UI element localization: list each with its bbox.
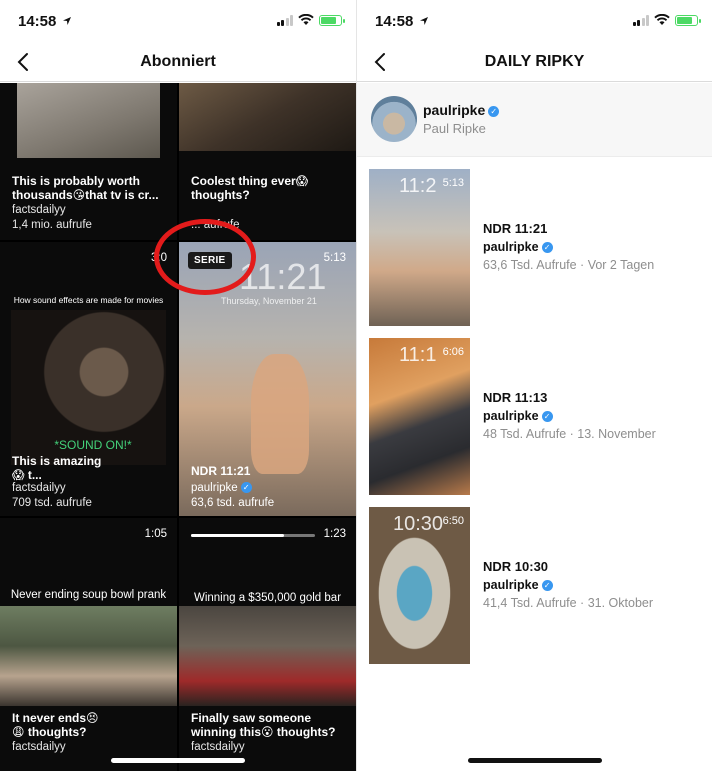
video-tile[interactable]: 1:23 Winning a $350,000 gold bar Finally… <box>179 518 356 771</box>
episode-meta: NDR 10:30 paulripke ✓ 41,4 Tsd. Aufrufe ·… <box>483 559 653 610</box>
thumbnail-clock: 11:1 <box>399 344 437 366</box>
video-account: factsdailyy <box>12 741 66 753</box>
episode-stats: 63,6 Tsd. Aufrufe · Vor 2 Tagen <box>483 258 655 272</box>
video-caption: This is amazing😱 t... <box>12 454 102 482</box>
series-owner-profile[interactable]: paulripke ✓ Paul Ripke <box>357 83 712 157</box>
episode-meta: NDR 11:21 paulripke ✓ 63,6 Tsd. Aufrufe ·… <box>483 221 654 272</box>
episode-thumbnail: 10:30 6:50 <box>369 507 470 664</box>
video-account: paulripke ✓ <box>191 481 252 495</box>
video-caption: NDR 11:21 <box>191 464 251 478</box>
video-account: factsdailyy <box>12 482 66 494</box>
video-account: factsdailyy <box>12 204 66 216</box>
battery-icon <box>675 14 701 26</box>
status-icons <box>276 14 345 26</box>
video-duration: 5:13 <box>323 252 346 264</box>
episode-title: NDR 11:13 <box>483 390 548 405</box>
thumbnail-clock: 10:30 <box>393 513 444 535</box>
status-bar: 14:58 <box>0 0 356 44</box>
verified-badge-icon: ✓ <box>541 411 553 422</box>
status-time: 14:58 <box>18 13 57 30</box>
episode-title: NDR 11:21 <box>483 221 548 236</box>
video-views: 709 tsd. aufrufe <box>12 497 92 509</box>
verified-badge-icon: ✓ <box>488 106 500 117</box>
thumbnail-clock: 11:2 <box>399 175 437 197</box>
page-title: Abonniert <box>140 53 216 70</box>
nav-bar: Abonniert <box>0 44 356 82</box>
episode-title: NDR 10:30 <box>483 559 549 574</box>
episode-thumbnail: 11:1 6:06 <box>369 338 470 495</box>
episode-thumbnail: 11:2 5:13 <box>369 169 470 326</box>
battery-icon <box>319 14 345 26</box>
episode-meta: NDR 11:13 paulripke ✓ 48 Tsd. Aufrufe · 1… <box>483 390 656 441</box>
nav-bar: DAILY RIPKY <box>357 44 712 82</box>
video-caption: This is probably worth thousands😘that tv… <box>12 174 159 202</box>
location-arrow-icon <box>420 17 428 25</box>
episode-duration: 5:13 <box>442 177 464 189</box>
profile-username: paulripke ✓ <box>423 102 500 118</box>
right-screen: 14:58 DAILY RIPKY paulripke ✓ Paul Ripke … <box>356 0 712 771</box>
episode-user: paulripke ✓ <box>483 578 653 592</box>
verified-badge-icon: ✓ <box>541 580 553 591</box>
avatar[interactable] <box>371 96 417 142</box>
home-indicator <box>467 758 602 763</box>
video-date-overlay: Thursday, November 21 <box>221 296 317 306</box>
episode-stats: 41,4 Tsd. Aufrufe · 31. Oktober <box>483 596 654 610</box>
video-title: Never ending soup bowl prank <box>10 589 167 601</box>
series-badge: SERIE <box>188 252 232 269</box>
video-grid: This is probably worth thousands😘that tv… <box>0 83 356 771</box>
video-thumbnail <box>179 606 356 706</box>
left-screen: 14:58 Abonniert This is probably worth t… <box>0 0 356 771</box>
episode-stats: 48 Tsd. Aufrufe · 13. November <box>483 427 656 441</box>
status-icons <box>632 14 701 26</box>
status-time: 14:58 <box>375 13 414 30</box>
series-episode[interactable]: 10:30 6:50 NDR 10:30 paulripke ✓ 41,4 Tsd… <box>369 507 699 664</box>
video-thumbnail <box>251 354 309 474</box>
signal-icon <box>632 14 649 26</box>
video-title: Winning a $350,000 gold bar <box>193 592 342 604</box>
video-tile[interactable]: Coolest thing ever😱 thoughts? ... aufruf… <box>179 83 356 240</box>
verified-badge-icon: ✓ <box>541 242 553 253</box>
video-views: ... aufrufe <box>191 219 240 231</box>
episode-user: paulripke ✓ <box>483 409 656 423</box>
video-duration: 1:05 <box>144 528 167 540</box>
series-episode[interactable]: 11:2 5:13 NDR 11:21 paulripke ✓ 63,6 Tsd.… <box>369 169 699 326</box>
video-tile[interactable]: 1:05 Never ending soup bowl prank It nev… <box>0 518 177 771</box>
video-thumbnail <box>0 606 177 706</box>
video-tile[interactable]: This is probably worth thousands😘that tv… <box>0 83 177 240</box>
wifi-icon <box>298 14 314 25</box>
verified-badge-icon: ✓ <box>240 482 252 493</box>
video-thumbnail <box>17 83 160 158</box>
video-duration: 1:23 <box>323 528 346 540</box>
home-indicator <box>111 758 245 763</box>
series-episode[interactable]: 11:1 6:06 NDR 11:13 paulripke ✓ 48 Tsd. A… <box>369 338 699 495</box>
video-tile[interactable]: SERIE 11:21 Thursday, November 21 5:13 N… <box>179 242 356 516</box>
wifi-icon <box>654 14 670 25</box>
status-bar: 14:58 <box>357 0 712 44</box>
video-overlay-text: *SOUND ON!* <box>54 438 132 452</box>
video-caption: Coolest thing ever😱 thoughts? <box>191 174 309 202</box>
video-caption: Finally saw someone winning this😮 though… <box>191 711 336 739</box>
profile-full-name: Paul Ripke <box>423 121 486 136</box>
video-views: 1,4 mio. aufrufe <box>12 219 92 231</box>
episode-duration: 6:50 <box>442 515 464 527</box>
signal-icon <box>276 14 293 26</box>
video-title: How sound effects are made for movies <box>13 295 164 305</box>
video-thumbnail <box>179 83 356 151</box>
page-title: DAILY RIPKY <box>484 53 585 70</box>
video-tile[interactable]: 3:0 How sound effects are made for movie… <box>0 242 177 516</box>
episode-user: paulripke ✓ <box>483 240 654 254</box>
location-arrow-icon <box>63 17 71 25</box>
video-clock-overlay: 11:21 <box>239 256 327 297</box>
episode-duration: 6:06 <box>442 346 464 358</box>
video-duration: 3:0 <box>151 252 167 264</box>
video-caption: It never ends😣 😩 thoughts? <box>12 711 99 739</box>
video-account: factsdailyy <box>191 741 245 753</box>
video-views: 63,6 tsd. aufrufe <box>191 497 275 509</box>
video-progress-bar <box>191 534 315 537</box>
